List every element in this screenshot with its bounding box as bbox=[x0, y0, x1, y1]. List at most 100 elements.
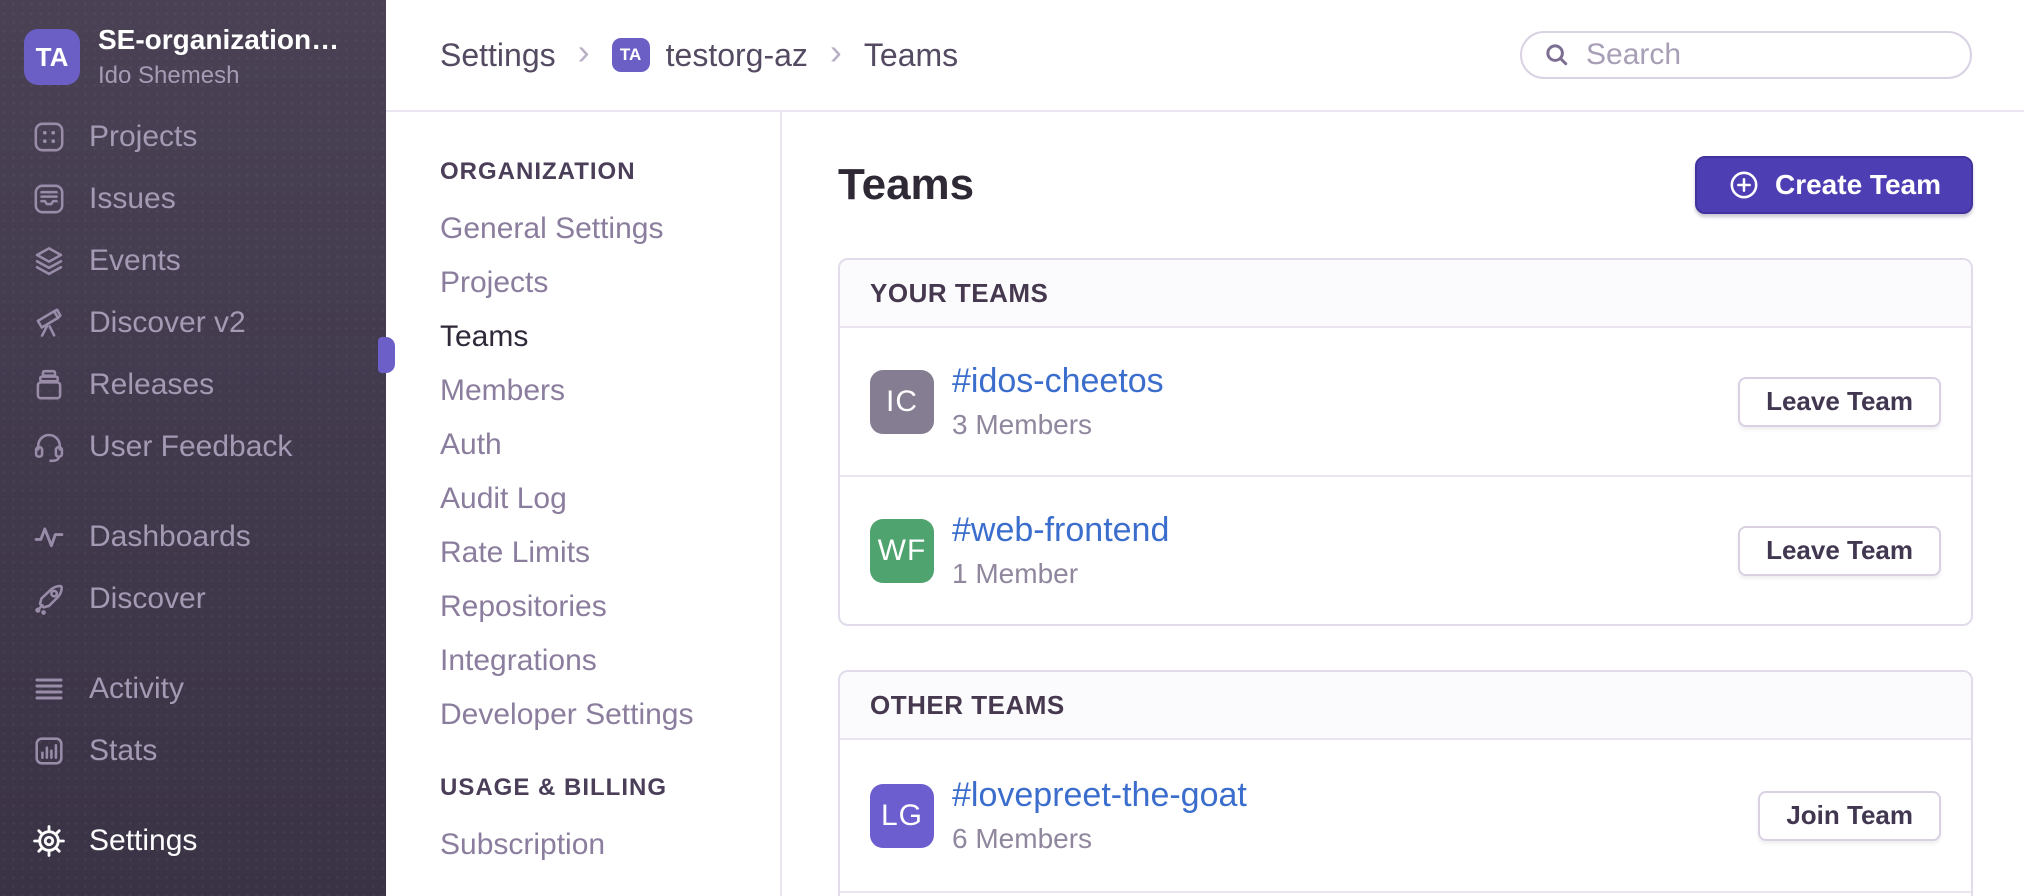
sidebar-item-stats[interactable]: Stats bbox=[0, 720, 386, 782]
sidebar-nav: Projects Issues bbox=[0, 106, 386, 872]
other-teams-panel: OTHER TEAMS LG #lovepreet-the-goat 6 Mem… bbox=[838, 670, 1973, 896]
sidebar-item-releases[interactable]: Releases bbox=[0, 354, 386, 416]
settings-nav-item-audit-log[interactable]: Audit Log bbox=[440, 472, 780, 526]
create-team-button[interactable]: Create Team bbox=[1695, 156, 1973, 214]
org-badge: TA bbox=[612, 38, 650, 72]
sidebar-item-label: Releases bbox=[89, 368, 214, 402]
team-info: #web-frontend 1 Member bbox=[952, 511, 1738, 590]
sidebar-item-label: Dashboards bbox=[89, 520, 251, 554]
sidebar-item-dashboards[interactable]: Dashboards bbox=[0, 506, 386, 568]
sidebar-item-projects[interactable]: Projects bbox=[0, 106, 386, 168]
breadcrumb-current: Teams bbox=[864, 37, 958, 74]
settings-nav-item-rate-limits[interactable]: Rate Limits bbox=[440, 526, 780, 580]
org-meta: SE-organization… Ido Shemesh bbox=[98, 24, 339, 90]
settings-nav-section-header: USAGE & BILLING bbox=[440, 774, 780, 802]
create-team-label: Create Team bbox=[1775, 169, 1941, 201]
team-name-link[interactable]: #idos-cheetos bbox=[952, 362, 1738, 401]
search-box[interactable] bbox=[1520, 31, 1972, 79]
active-nav-indicator bbox=[378, 337, 395, 373]
releases-icon bbox=[31, 367, 67, 403]
org-name: SE-organization… bbox=[98, 24, 339, 56]
sidebar-group-gap bbox=[0, 782, 386, 810]
team-avatar: IC bbox=[870, 370, 934, 434]
sidebar-item-discover[interactable]: Discover bbox=[0, 568, 386, 630]
team-row-lovepreet-the-goat: LG #lovepreet-the-goat 6 Members Join Te… bbox=[840, 740, 1971, 891]
sidebar-item-label: Activity bbox=[89, 672, 184, 706]
team-row-web-frontend: WF #web-frontend 1 Member Leave Team bbox=[840, 475, 1971, 624]
settings-nav-item-projects[interactable]: Projects bbox=[440, 256, 780, 310]
settings-nav-item-repositories[interactable]: Repositories bbox=[440, 580, 780, 634]
settings-nav-item-auth[interactable]: Auth bbox=[440, 418, 780, 472]
chevron-right-icon: › bbox=[830, 31, 842, 73]
sidebar-group-gap bbox=[0, 478, 386, 506]
settings-nav-item-general-settings[interactable]: General Settings bbox=[440, 202, 780, 256]
settings-nav-section-header: ORGANIZATION bbox=[440, 158, 780, 186]
bar-chart-icon bbox=[31, 733, 67, 769]
events-icon bbox=[31, 243, 67, 279]
team-name-link[interactable]: #lovepreet-the-goat bbox=[952, 776, 1758, 815]
sidebar-item-events[interactable]: Events bbox=[0, 230, 386, 292]
join-team-button[interactable]: Join Team bbox=[1758, 791, 1941, 841]
issues-icon bbox=[31, 181, 67, 217]
app-window: TA SE-organization… Ido Shemesh Project bbox=[0, 0, 2024, 896]
right-pane: Settings › TA testorg-az › Teams bbox=[386, 0, 2024, 896]
gear-icon bbox=[31, 823, 67, 859]
sidebar-item-user-feedback[interactable]: User Feedback bbox=[0, 416, 386, 478]
sidebar-item-label: Issues bbox=[89, 182, 176, 216]
org-avatar: TA bbox=[24, 29, 80, 85]
settings-nav-item-integrations[interactable]: Integrations bbox=[440, 634, 780, 688]
settings-nav-item-teams[interactable]: Teams bbox=[440, 310, 780, 364]
sidebar-item-issues[interactable]: Issues bbox=[0, 168, 386, 230]
page-title: Teams bbox=[838, 160, 974, 210]
team-member-count: 1 Member bbox=[952, 558, 1738, 590]
list-lines-icon bbox=[31, 671, 67, 707]
breadcrumb: Settings › TA testorg-az › Teams bbox=[440, 31, 958, 79]
team-info: #lovepreet-the-goat 6 Members bbox=[952, 776, 1758, 855]
main-content: Teams Create Team YOUR TEAMS bbox=[782, 112, 2024, 896]
sidebar-item-activity[interactable]: Activity bbox=[0, 658, 386, 720]
chevron-right-icon: › bbox=[578, 31, 590, 73]
title-row: Teams Create Team bbox=[838, 156, 1973, 214]
settings-nav: ORGANIZATION General Settings Projects T… bbox=[386, 112, 782, 896]
sidebar-item-label: Stats bbox=[89, 734, 157, 768]
breadcrumb-org-label: testorg-az bbox=[666, 37, 808, 74]
topbar: Settings › TA testorg-az › Teams bbox=[386, 0, 2024, 112]
panel-header: YOUR TEAMS bbox=[840, 260, 1971, 328]
leave-team-button[interactable]: Leave Team bbox=[1738, 526, 1941, 576]
your-teams-panel: YOUR TEAMS IC #idos-cheetos 3 Members Le… bbox=[838, 258, 1973, 626]
telescope-icon bbox=[31, 305, 67, 341]
sidebar-item-label: Discover v2 bbox=[89, 306, 246, 340]
breadcrumb-settings[interactable]: Settings bbox=[440, 37, 556, 74]
team-member-count: 3 Members bbox=[952, 409, 1738, 441]
team-row-idos-cheetos: IC #idos-cheetos 3 Members Leave Team bbox=[840, 328, 1971, 475]
headset-icon bbox=[31, 429, 67, 465]
sidebar-item-label: User Feedback bbox=[89, 430, 292, 464]
org-switcher[interactable]: TA SE-organization… Ido Shemesh bbox=[0, 0, 386, 90]
sidebar-item-label: Projects bbox=[89, 120, 197, 154]
plus-circle-icon bbox=[1727, 168, 1761, 202]
sidebar: TA SE-organization… Ido Shemesh Project bbox=[0, 0, 386, 896]
sidebar-item-discover-v2[interactable]: Discover v2 bbox=[0, 292, 386, 354]
search-icon bbox=[1542, 40, 1572, 70]
settings-nav-item-subscription[interactable]: Subscription bbox=[440, 818, 780, 872]
pulse-icon bbox=[31, 519, 67, 555]
settings-nav-item-members[interactable]: Members bbox=[440, 364, 780, 418]
search-input[interactable] bbox=[1586, 38, 1950, 72]
projects-icon bbox=[31, 119, 67, 155]
sidebar-item-label: Events bbox=[89, 244, 181, 278]
content-row: ORGANIZATION General Settings Projects T… bbox=[386, 112, 2024, 896]
settings-nav-item-developer-settings[interactable]: Developer Settings bbox=[440, 688, 780, 742]
team-info: #idos-cheetos 3 Members bbox=[952, 362, 1738, 441]
user-name: Ido Shemesh bbox=[98, 62, 339, 90]
sidebar-item-label: Discover bbox=[89, 582, 206, 616]
sidebar-item-settings[interactable]: Settings bbox=[0, 810, 386, 872]
team-member-count: 6 Members bbox=[952, 823, 1758, 855]
rocket-icon bbox=[31, 581, 67, 617]
team-avatar: LG bbox=[870, 784, 934, 848]
leave-team-button[interactable]: Leave Team bbox=[1738, 377, 1941, 427]
team-name-link[interactable]: #web-frontend bbox=[952, 511, 1738, 550]
breadcrumb-org[interactable]: TA testorg-az bbox=[612, 37, 808, 74]
team-row-partial bbox=[840, 891, 1971, 896]
team-avatar: WF bbox=[870, 519, 934, 583]
sidebar-item-label: Settings bbox=[89, 824, 197, 858]
